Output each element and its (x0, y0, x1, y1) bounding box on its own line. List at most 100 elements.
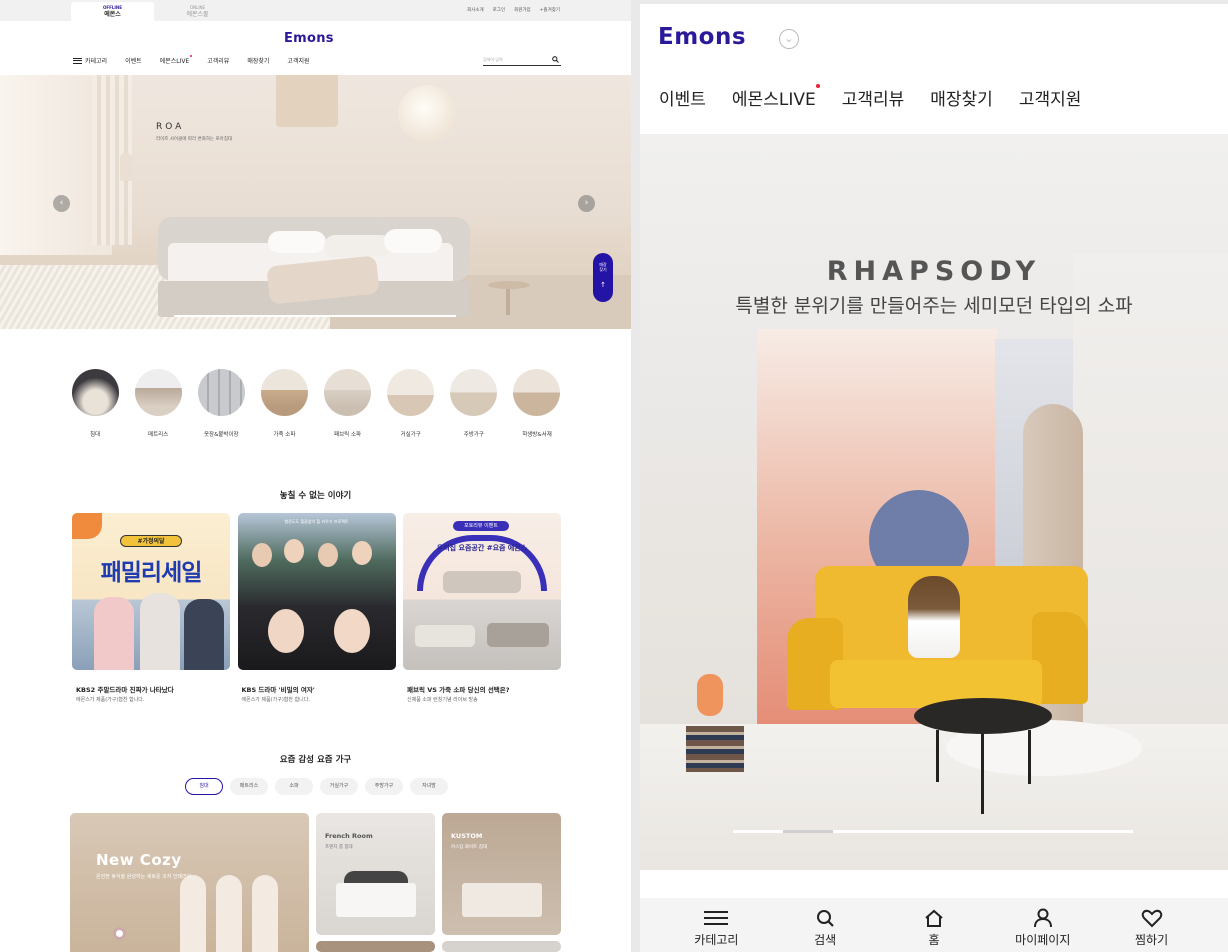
story-badge: 포토리뷰 이벤트 (453, 521, 509, 531)
category-menu-button[interactable]: 카테고리 (73, 56, 107, 65)
pillow (324, 235, 392, 257)
search-icon (817, 910, 834, 927)
nav-store[interactable]: 매장찾기 (930, 85, 993, 110)
site-logo[interactable]: Emons (658, 24, 746, 50)
prev-slide-button[interactable]: ‹ (53, 195, 70, 212)
nav-store[interactable]: 매장찾기 (247, 56, 269, 65)
slide-progress-indicator (783, 830, 833, 833)
story-image: 험준도도 힐끝없이 힐 키우기 프로젝트 (237, 513, 396, 670)
product-card-large[interactable]: New Cozy 온전한 휴식을 완성하는 새로운 코지 인테리어 (70, 813, 309, 952)
story-banner: 패밀리세일 (100, 560, 203, 586)
category-fabric-sofa[interactable]: 패브릭 소파 (323, 369, 373, 438)
category-bed[interactable]: 침대 (70, 369, 120, 438)
story-card[interactable]: 험준도도 힐끝없이 힐 키우기 프로젝트 KBS 드라마 '비밀의 여자' 에몬… (237, 513, 396, 703)
filter-living[interactable]: 거실가구 (320, 778, 358, 795)
signup-link[interactable]: 회원가입 (514, 7, 531, 13)
product-arch (216, 875, 242, 952)
tab-search[interactable]: 검색 (790, 898, 860, 952)
tab-label: 검색 (814, 933, 837, 947)
category-thumb (197, 369, 245, 416)
category-study[interactable]: 학생방&서재 (512, 369, 562, 438)
hero-banner[interactable]: ROA 라이프 사이클에 따라 변화하는 로아침대 ‹ › 매장 찾기 ↑ (0, 75, 631, 329)
dog (908, 576, 960, 658)
product-title: KUSTOM (451, 832, 483, 840)
nav-review[interactable]: 고객리뷰 (842, 85, 905, 110)
site-logo[interactable]: Emons (284, 31, 334, 46)
filter-bed[interactable]: 침대 (185, 778, 223, 795)
product-card[interactable]: French Room 프렌치 룸 침대 (316, 813, 435, 935)
category-row: 침대 매트리스 옷장&붙박이장 가죽 소파 패브릭 소파 거실가구 주방가구 학… (70, 369, 562, 438)
main-nav: 카테고리 이벤트 에몬스LIVE 고객리뷰 매장찾기 고객지원 (73, 55, 310, 65)
category-label: 가죽 소파 (273, 432, 296, 438)
menu-icon (704, 911, 729, 925)
nav-event[interactable]: 이벤트 (659, 85, 706, 110)
hero-wall-niche (276, 75, 338, 127)
product-bed (462, 883, 542, 917)
tab-label: 찜하기 (1135, 933, 1169, 947)
nav-live[interactable]: 에몬스LIVE (732, 84, 820, 110)
filter-sofa[interactable]: 소파 (275, 778, 313, 795)
product-card[interactable] (316, 941, 435, 952)
slide-progress (174, 315, 456, 317)
chevron-down-icon[interactable]: ⌄ (779, 29, 799, 49)
category-wardrobe[interactable]: 옷장&붙박이장 (196, 369, 246, 438)
store-finder-label-2: 찾기 (599, 267, 607, 272)
mobile-hero-banner[interactable]: RHAPSODY 특별한 분위기를 만들어주는 세미모던 타입의 소파 (640, 134, 1228, 870)
product-hotspot[interactable] (113, 927, 126, 940)
tab-mypage[interactable]: 마이페이지 (1008, 898, 1078, 952)
company-link[interactable]: 회사소개 (467, 7, 484, 13)
filter-mattress[interactable]: 매트리스 (230, 778, 268, 795)
table-lamp (697, 674, 723, 716)
search-icon[interactable] (552, 56, 559, 63)
store-finder-button[interactable]: 매장 찾기 ↑ (593, 253, 613, 302)
nav-support[interactable]: 고객지원 (287, 56, 309, 65)
bookmark-link[interactable]: +즐겨찾기 (540, 7, 560, 13)
nav-review[interactable]: 고객리뷰 (207, 56, 229, 65)
nav-live-label: 에몬스LIVE (159, 58, 190, 65)
login-link[interactable]: 로그인 (493, 7, 505, 13)
category-living[interactable]: 거실가구 (386, 369, 436, 438)
tab-category[interactable]: 카테고리 (681, 898, 751, 952)
screenshot-root: OFFLINE 에몬스 ONLINE 에몬스몰 회사소개 로그인 회원가입 +즐… (0, 0, 1228, 952)
category-kitchen[interactable]: 주방가구 (449, 369, 499, 438)
home-icon (925, 909, 943, 927)
chevron-right-icon: › (584, 198, 589, 208)
nav-support[interactable]: 고객지원 (1019, 85, 1082, 110)
product-card[interactable] (442, 941, 561, 952)
next-slide-button[interactable]: › (578, 195, 595, 212)
filter-kids[interactable]: 자녀방 (410, 778, 448, 795)
product-subtitle: 프렌치 룸 침대 (325, 845, 353, 850)
arrow-up-icon[interactable]: ↑ (593, 282, 613, 289)
category-thumb (387, 369, 435, 416)
tab-online[interactable]: ONLINE 에몬스몰 (156, 2, 239, 21)
mobile-view: Emons ⌄ 이벤트 에몬스LIVE 고객리뷰 매장찾기 고객지원 RHAPS… (640, 4, 1228, 952)
story-image: 포토리뷰 이벤트 우리집 요즘공간 #요즘 에몬스 (403, 513, 561, 670)
story-subtitle: 에몬스가 제품(가구)협찬 합니다. (241, 697, 310, 703)
tab-wishlist[interactable]: 찜하기 (1117, 898, 1187, 952)
story-title: KBS 드라마 '비밀의 여자' (241, 686, 315, 694)
tab-offline[interactable]: OFFLINE 에몬스 (71, 2, 154, 21)
category-thumb (324, 369, 372, 416)
category-thumb (260, 369, 308, 416)
story-card[interactable]: #가정의달 패밀리세일 KBS2 주말드라마 진짜가 나타났다 에몬스가 제품(… (72, 513, 230, 703)
filter-kitchen[interactable]: 주방가구 (365, 778, 403, 795)
slide-progress (733, 830, 1133, 833)
category-mattress[interactable]: 매트리스 (133, 369, 183, 438)
trend-heading: 요즘 감성 요즘 가구 (279, 755, 352, 765)
category-label: 침대 (89, 432, 101, 438)
search-input[interactable]: 검색어 입력 (483, 54, 561, 66)
story-card[interactable]: 포토리뷰 이벤트 우리집 요즘공간 #요즘 에몬스 패브릭 VS 가죽 소파 당… (403, 513, 561, 703)
nav-event[interactable]: 이벤트 (125, 56, 142, 65)
stories-heading: 놓칠 수 없는 이야기 (279, 491, 352, 501)
top-utility-bar: OFFLINE 에몬스 ONLINE 에몬스몰 회사소개 로그인 회원가입 +즐… (0, 0, 631, 21)
heart-icon (1141, 909, 1162, 928)
category-leather-sofa[interactable]: 가죽 소파 (259, 369, 309, 438)
tab-home[interactable]: 홈 (899, 898, 969, 952)
bottom-tab-bar: 카테고리 검색 홈 마이페이지 찜하기 (640, 898, 1228, 952)
nav-live[interactable]: 에몬스LIVE (159, 55, 193, 65)
story-image: #가정의달 패밀리세일 (72, 513, 230, 670)
new-dot-icon (190, 55, 193, 57)
product-card[interactable]: KUSTOM 커스텀 화이트 침대 (442, 813, 561, 935)
side-stool (488, 281, 530, 289)
book-stack (686, 726, 744, 772)
